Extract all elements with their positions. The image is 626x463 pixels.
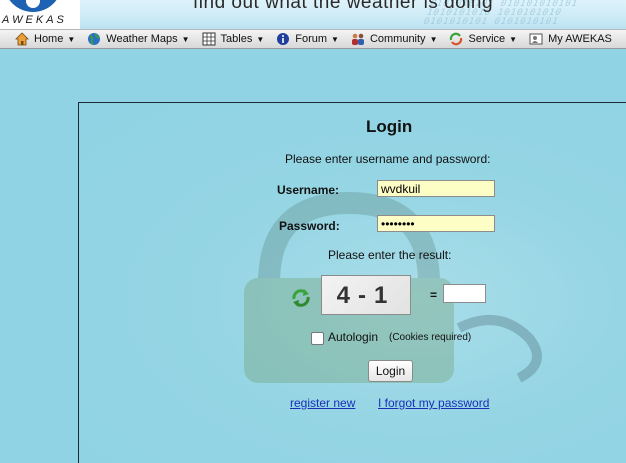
my-awekas-icon <box>529 33 543 45</box>
login-button[interactable]: Login <box>368 360 413 382</box>
login-instructions: Please enter username and password: <box>285 152 491 166</box>
table-icon <box>202 32 216 46</box>
logo-text: AWEKAS <box>2 14 67 26</box>
nav-item-label: Weather Maps <box>106 33 178 45</box>
chevron-down-icon: ▼ <box>67 34 76 44</box>
captcha-image: 4-1 <box>321 275 411 315</box>
home-icon <box>15 32 29 46</box>
service-icon <box>450 32 463 46</box>
awekas-logo[interactable]: AWEKAS <box>0 0 80 30</box>
nav-item-service[interactable]: Service ▼ <box>449 32 517 46</box>
autologin-label: Autologin <box>328 330 379 344</box>
login-title: Login <box>366 117 413 136</box>
nav-item-label: My AWEKAS <box>548 33 612 45</box>
captcha-prompt: Please enter the result: <box>328 248 452 262</box>
register-link[interactable]: register new <box>290 396 355 410</box>
header-banner: 0101010101 010101010101 1010101010 101010… <box>0 0 626 30</box>
nav-item-home[interactable]: Home ▼ <box>15 32 75 46</box>
nav-item-label: Service <box>468 33 506 45</box>
autologin-checkbox[interactable] <box>311 332 324 345</box>
equals-sign: = <box>430 288 438 302</box>
refresh-captcha-icon[interactable] <box>291 288 311 308</box>
captcha-answer-input[interactable] <box>443 284 486 303</box>
chevron-down-icon: ▼ <box>429 34 438 44</box>
forgot-password-link[interactable]: I forgot my password <box>378 396 489 410</box>
password-input[interactable] <box>377 215 495 232</box>
password-label: Password: <box>279 219 340 233</box>
chevron-down-icon: ▼ <box>181 34 190 44</box>
nav-item-weather-maps[interactable]: Weather Maps ▼ <box>87 32 190 46</box>
nav-item-label: Community <box>369 33 426 45</box>
nav-item-forum[interactable]: Forum ▼ <box>276 32 339 46</box>
chevron-down-icon: ▼ <box>256 34 265 44</box>
nav-item-tables[interactable]: Tables ▼ <box>202 32 265 46</box>
people-icon <box>351 33 364 45</box>
login-panel: Login Please enter username and password… <box>78 102 626 463</box>
globe-icon <box>88 33 101 45</box>
nav-item-community[interactable]: Community ▼ <box>351 32 438 46</box>
nav-item-label: Forum <box>295 33 328 45</box>
chevron-down-icon: ▼ <box>331 34 339 44</box>
logo-mark-icon <box>4 0 62 12</box>
main-nav: Home ▼ Weather Maps ▼ Tables ▼ Forum ▼ C… <box>0 29 626 49</box>
nav-item-label: Home <box>34 33 64 45</box>
nav-item-my-awekas[interactable]: My AWEKAS <box>529 32 612 46</box>
info-icon <box>277 33 290 45</box>
chevron-down-icon: ▼ <box>509 34 518 44</box>
cookies-note: (Cookies required) <box>389 332 472 343</box>
nav-item-label: Tables <box>220 33 253 45</box>
header-slogan: find out what the weather is doing <box>193 0 494 13</box>
username-input[interactable] <box>377 180 495 197</box>
username-label: Username: <box>277 183 340 197</box>
